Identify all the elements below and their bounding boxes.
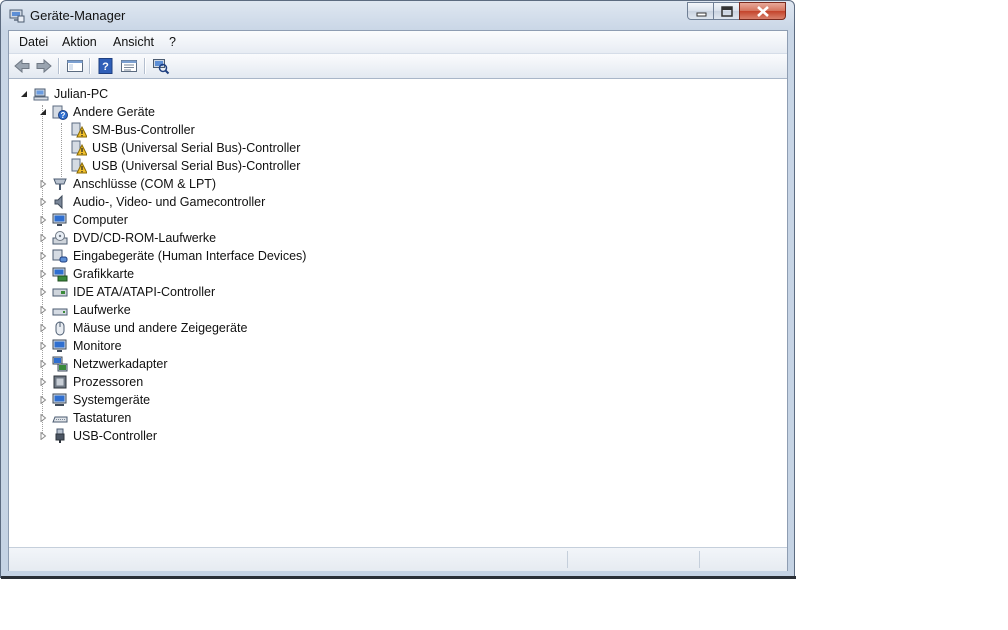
forward-arrow-icon[interactable] — [35, 57, 53, 75]
minimize-button[interactable] — [687, 2, 714, 20]
tree-node-label: Computer — [73, 213, 128, 227]
warning-device-icon — [71, 122, 87, 138]
toolbar-separator — [89, 58, 91, 74]
system-device-icon — [52, 393, 67, 406]
collapsed-triangle-icon[interactable] — [39, 252, 47, 260]
svg-text:?: ? — [102, 61, 109, 73]
tree-leaf-label: USB (Universal Serial Bus)-Controller — [92, 141, 301, 155]
maximize-icon — [721, 6, 733, 17]
tree-node-label: Netzwerkadapter — [73, 357, 168, 371]
window-bottom-edge — [1, 576, 796, 579]
tree-node-label: Prozessoren — [73, 375, 144, 389]
tree-node-label: Laufwerke — [73, 303, 131, 317]
warning-device-icon — [71, 140, 87, 156]
collapsed-triangle-icon[interactable] — [39, 180, 47, 188]
tree-node-label: IDE ATA/ATAPI-Controller — [73, 285, 216, 299]
tree-root-label: Julian-PC — [54, 87, 109, 101]
computer-icon — [33, 88, 49, 101]
usb-plug-icon — [55, 428, 65, 443]
collapsed-triangle-icon[interactable] — [39, 324, 47, 332]
status-pane — [699, 551, 700, 568]
tree-node-label: Mäuse und andere Zeigegeräte — [73, 321, 248, 335]
ide-controller-icon — [52, 288, 68, 297]
menu-bar: Datei Aktion Ansicht ? — [9, 31, 787, 54]
tree-node-label: Tastaturen — [73, 411, 132, 425]
mouse-icon — [55, 321, 65, 336]
display-adapter-icon — [52, 267, 68, 282]
expanded-triangle-icon[interactable] — [20, 90, 28, 98]
toolbar-separator — [58, 58, 60, 74]
title-bar[interactable]: Geräte-Manager — [1, 1, 794, 29]
device-manager-window: Geräte-Manager Datei Aktion Ansicht ? ? … — [0, 0, 796, 579]
back-arrow-icon[interactable] — [13, 57, 31, 75]
help-icon[interactable]: ? — [97, 57, 115, 75]
collapsed-triangle-icon[interactable] — [39, 378, 47, 386]
tree-node-label: Anschlüsse (COM & LPT) — [73, 177, 217, 191]
speaker-icon — [54, 194, 63, 210]
tree-node-label: Audio-, Video- und Gamecontroller — [73, 195, 266, 209]
warning-device-icon — [71, 158, 87, 174]
collapsed-triangle-icon[interactable] — [39, 342, 47, 350]
collapsed-triangle-icon[interactable] — [39, 234, 47, 242]
collapsed-triangle-icon[interactable] — [39, 360, 47, 368]
maximize-button[interactable] — [713, 2, 740, 20]
collapsed-triangle-icon[interactable] — [39, 432, 47, 440]
device-tree: Julian-PC ? Andere Geräte SM-Bus-Control… — [9, 79, 787, 546]
unknown-device-icon: ? — [52, 105, 68, 120]
status-bar — [9, 547, 787, 571]
tree-node-label: DVD/CD-ROM-Laufwerke — [73, 231, 217, 245]
menu-aktion[interactable]: Aktion — [62, 35, 97, 49]
minimize-icon — [696, 12, 707, 17]
properties-icon[interactable] — [120, 57, 138, 75]
tree-node-label: Systemgeräte — [73, 393, 151, 407]
port-connector-icon — [53, 178, 67, 190]
tree-node-label: USB-Controller — [73, 429, 158, 443]
tree-node-label: Monitore — [73, 339, 122, 353]
toolbar: ? — [9, 54, 787, 79]
tree-node-label: Eingabegeräte (Human Interface Devices) — [73, 249, 307, 263]
client-area: Datei Aktion Ansicht ? ? Julian-PC ? And… — [8, 30, 788, 571]
tree-leaf-label: SM-Bus-Controller — [92, 123, 195, 137]
collapsed-triangle-icon[interactable] — [39, 198, 47, 206]
svg-text:?: ? — [61, 111, 66, 120]
close-icon — [757, 6, 769, 17]
tree-line — [61, 123, 62, 177]
tree-node-label: Grafikkarte — [73, 267, 135, 281]
monitor-icon — [52, 213, 67, 226]
scan-hardware-icon[interactable] — [152, 57, 170, 75]
collapsed-triangle-icon[interactable] — [39, 396, 47, 404]
collapsed-triangle-icon[interactable] — [39, 270, 47, 278]
disc-drive-icon — [52, 231, 68, 245]
processor-icon — [53, 375, 67, 389]
collapsed-triangle-icon[interactable] — [39, 414, 47, 422]
monitor-icon — [52, 339, 67, 352]
disk-drive-icon — [52, 308, 68, 316]
collapsed-triangle-icon[interactable] — [39, 288, 47, 296]
window-title: Geräte-Manager — [30, 8, 126, 23]
tree-leaf-label: USB (Universal Serial Bus)-Controller — [92, 159, 301, 173]
device-manager-icon — [9, 9, 25, 23]
keyboard-icon — [52, 416, 68, 423]
tree-node-label: Andere Geräte — [73, 105, 155, 119]
menu-ansicht[interactable]: Ansicht — [113, 35, 154, 49]
network-adapter-icon — [52, 356, 68, 372]
status-pane — [567, 551, 568, 568]
close-button[interactable] — [739, 2, 786, 20]
show-hide-console-tree-icon[interactable] — [66, 57, 84, 75]
collapsed-triangle-icon[interactable] — [39, 306, 47, 314]
expanded-triangle-icon[interactable] — [39, 108, 47, 116]
input-device-icon — [52, 249, 68, 263]
menu-datei[interactable]: Datei — [19, 35, 48, 49]
collapsed-triangle-icon[interactable] — [39, 216, 47, 224]
menu-help[interactable]: ? — [169, 35, 176, 49]
toolbar-separator — [144, 58, 146, 74]
